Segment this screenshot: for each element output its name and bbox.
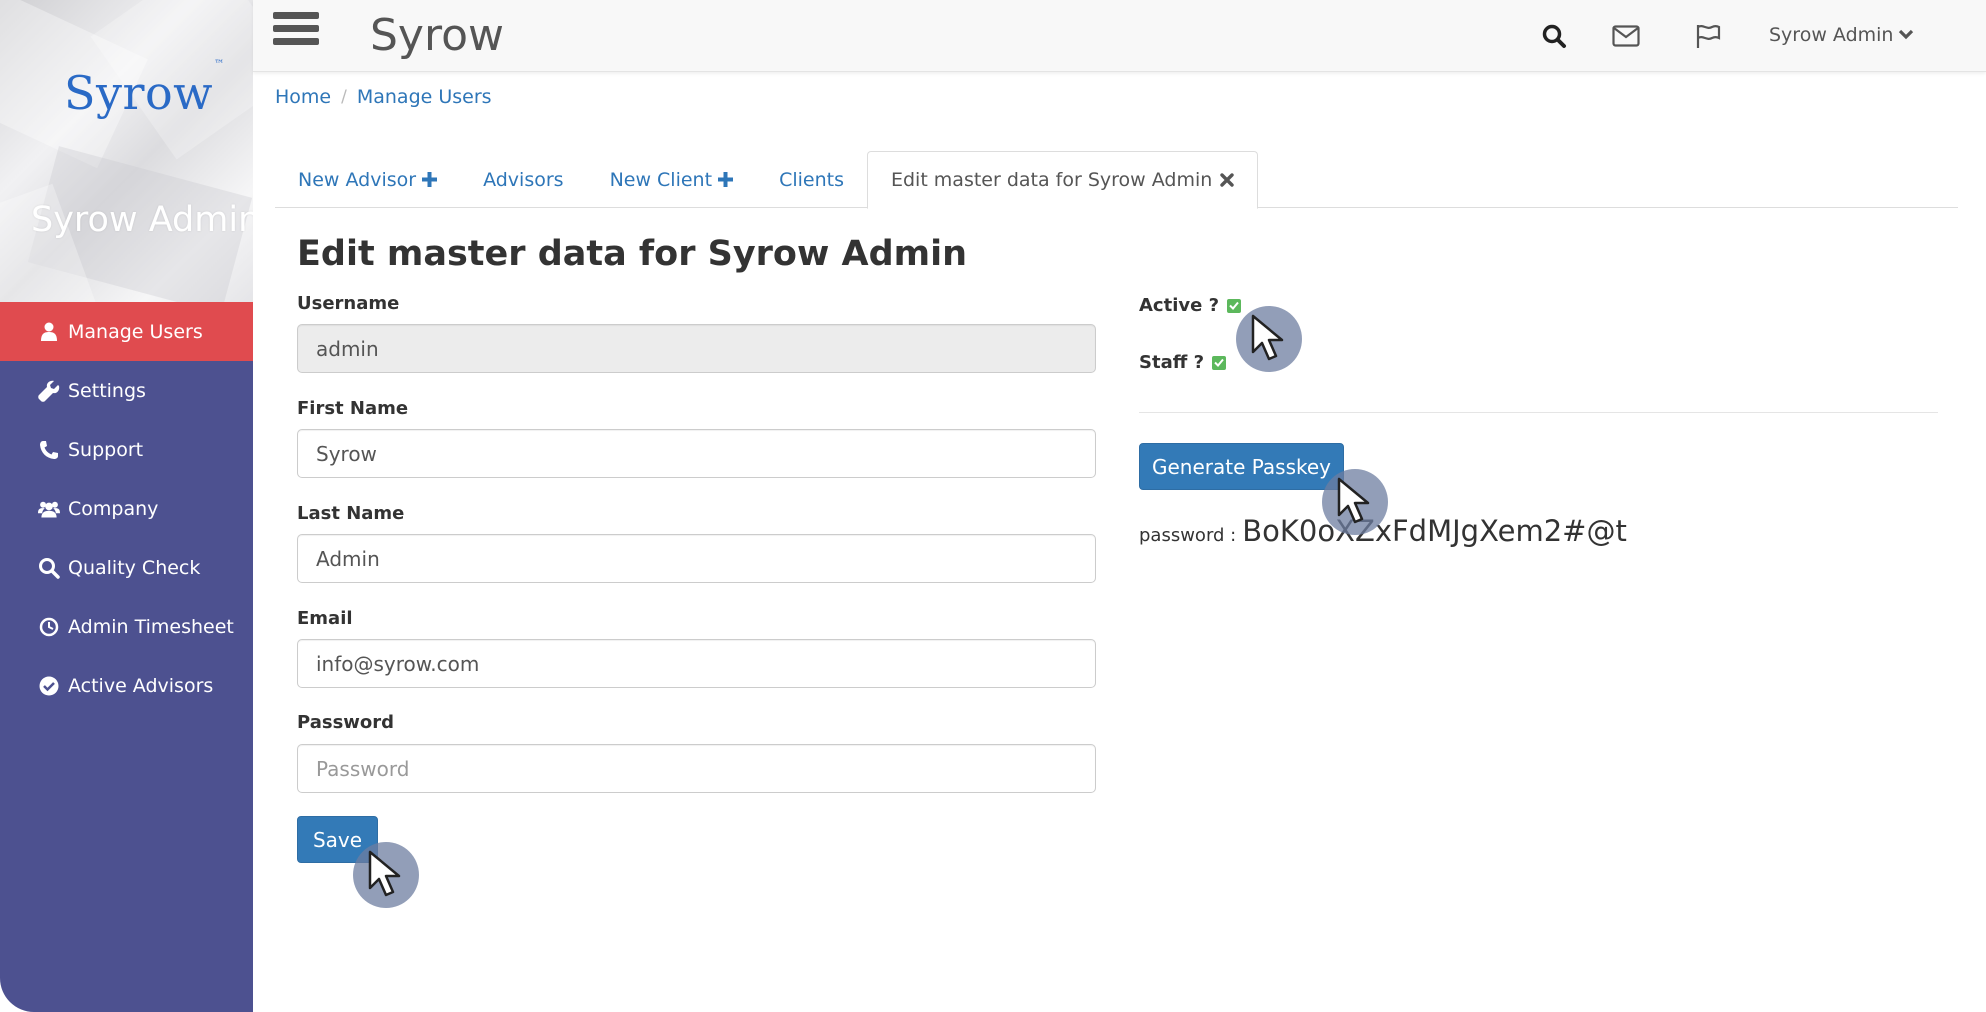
sidebar-item-support[interactable]: Support: [0, 420, 253, 479]
generated-password-value: BoK0oXZxFdMJgXem2#@t: [1242, 514, 1627, 548]
users-icon: [38, 498, 60, 520]
sidebar-item-company[interactable]: Company: [0, 479, 253, 538]
sidebar-item-label: Quality Check: [68, 556, 201, 579]
sidebar-item-manage-users[interactable]: Manage Users: [0, 302, 253, 361]
section-divider: [1139, 412, 1938, 413]
generate-passkey-button[interactable]: Generate Passkey: [1139, 443, 1344, 490]
first-name-label: First Name: [297, 398, 409, 419]
sidebar: Syrow™ Syrow Admin Manage Users Settings: [0, 0, 253, 1012]
hamburger-menu-icon[interactable]: [273, 12, 319, 54]
breadcrumb-separator: /: [341, 87, 347, 107]
user-menu-label: Syrow Admin: [1769, 24, 1894, 46]
active-checkbox[interactable]: [1227, 298, 1242, 313]
app-window: Syrow™ Syrow Admin Manage Users Settings: [0, 0, 1986, 1012]
envelope-icon[interactable]: [1612, 22, 1640, 50]
mouse-cursor-icon: [353, 842, 419, 908]
close-icon[interactable]: [1220, 173, 1235, 187]
wrench-icon: [38, 380, 60, 402]
password-label: Password: [297, 712, 395, 733]
staff-checkbox-row: Staff ?: [1139, 352, 1227, 373]
tab-new-client[interactable]: New Client: [587, 151, 757, 208]
sidebar-item-label: Company: [68, 497, 159, 520]
breadcrumb-current-link[interactable]: Manage Users: [357, 86, 492, 108]
tab-label: Advisors: [483, 168, 564, 191]
brand-logo[interactable]: Syrow™: [64, 59, 224, 120]
last-name-field[interactable]: [297, 534, 1096, 583]
search-icon: [38, 557, 60, 579]
mouse-cursor-icon: [1322, 469, 1388, 535]
sidebar-item-label: Admin Timesheet: [68, 615, 234, 638]
username-field[interactable]: [297, 324, 1096, 373]
sidebar-item-label: Active Advisors: [68, 674, 214, 697]
sidebar-item-admin-timesheet[interactable]: Admin Timesheet: [0, 597, 253, 656]
active-checkbox-row: Active ?: [1139, 295, 1242, 316]
first-name-field[interactable]: [297, 429, 1096, 478]
sidebar-item-active-advisors[interactable]: Active Advisors: [0, 656, 253, 715]
app-title: Syrow: [370, 10, 504, 61]
sidebar-item-settings[interactable]: Settings: [0, 361, 253, 420]
sidebar-user-name: Syrow Admin: [31, 200, 253, 240]
email-field[interactable]: [297, 639, 1096, 688]
staff-label: Staff ?: [1139, 352, 1205, 373]
breadcrumb-home-link[interactable]: Home: [275, 86, 331, 108]
sidebar-item-label: Support: [68, 438, 144, 461]
plus-icon: [422, 172, 438, 187]
password-field[interactable]: [297, 744, 1096, 793]
tab-new-advisor[interactable]: New Advisor: [275, 151, 460, 208]
search-icon[interactable]: [1540, 22, 1568, 50]
tab-clients[interactable]: Clients: [756, 151, 867, 208]
last-name-label: Last Name: [297, 503, 405, 524]
tab-label: New Client: [609, 168, 713, 191]
plus-icon: [718, 172, 734, 187]
sidebar-item-label: Manage Users: [68, 320, 203, 343]
tab-edit-master-data[interactable]: Edit master data for Syrow Admin: [866, 151, 1259, 209]
username-label: Username: [297, 293, 400, 314]
tab-label: New Advisor: [298, 168, 417, 191]
clock-icon: [38, 616, 60, 638]
page-title: Edit master data for Syrow Admin: [297, 234, 968, 274]
user-menu[interactable]: Syrow Admin: [1769, 24, 1914, 46]
tab-label: Edit master data for Syrow Admin: [890, 169, 1213, 191]
sidebar-item-label: Settings: [68, 379, 146, 402]
tab-advisors[interactable]: Advisors: [460, 151, 586, 208]
check-circle-icon: [38, 675, 60, 697]
flag-icon[interactable]: [1694, 22, 1722, 50]
active-label: Active ?: [1139, 295, 1220, 316]
sidebar-item-quality-check[interactable]: Quality Check: [0, 538, 253, 597]
email-label: Email: [297, 608, 353, 629]
top-navbar: Syrow Syrow Admin: [253, 0, 1986, 72]
generated-password-label: password :: [1139, 525, 1237, 546]
sidebar-brand-area: Syrow™ Syrow Admin: [0, 0, 253, 302]
tab-label: Clients: [779, 168, 844, 191]
staff-checkbox[interactable]: [1212, 355, 1227, 370]
tab-bar: New Advisor Advisors New Client Clients …: [275, 151, 1958, 209]
mouse-cursor-icon: [1236, 306, 1302, 372]
breadcrumb: Home / Manage Users: [275, 86, 492, 108]
phone-icon: [38, 439, 60, 461]
user-icon: [38, 321, 60, 343]
chevron-down-icon: [1893, 24, 1914, 46]
sidebar-nav: Manage Users Settings Support Company Qu…: [0, 302, 253, 715]
